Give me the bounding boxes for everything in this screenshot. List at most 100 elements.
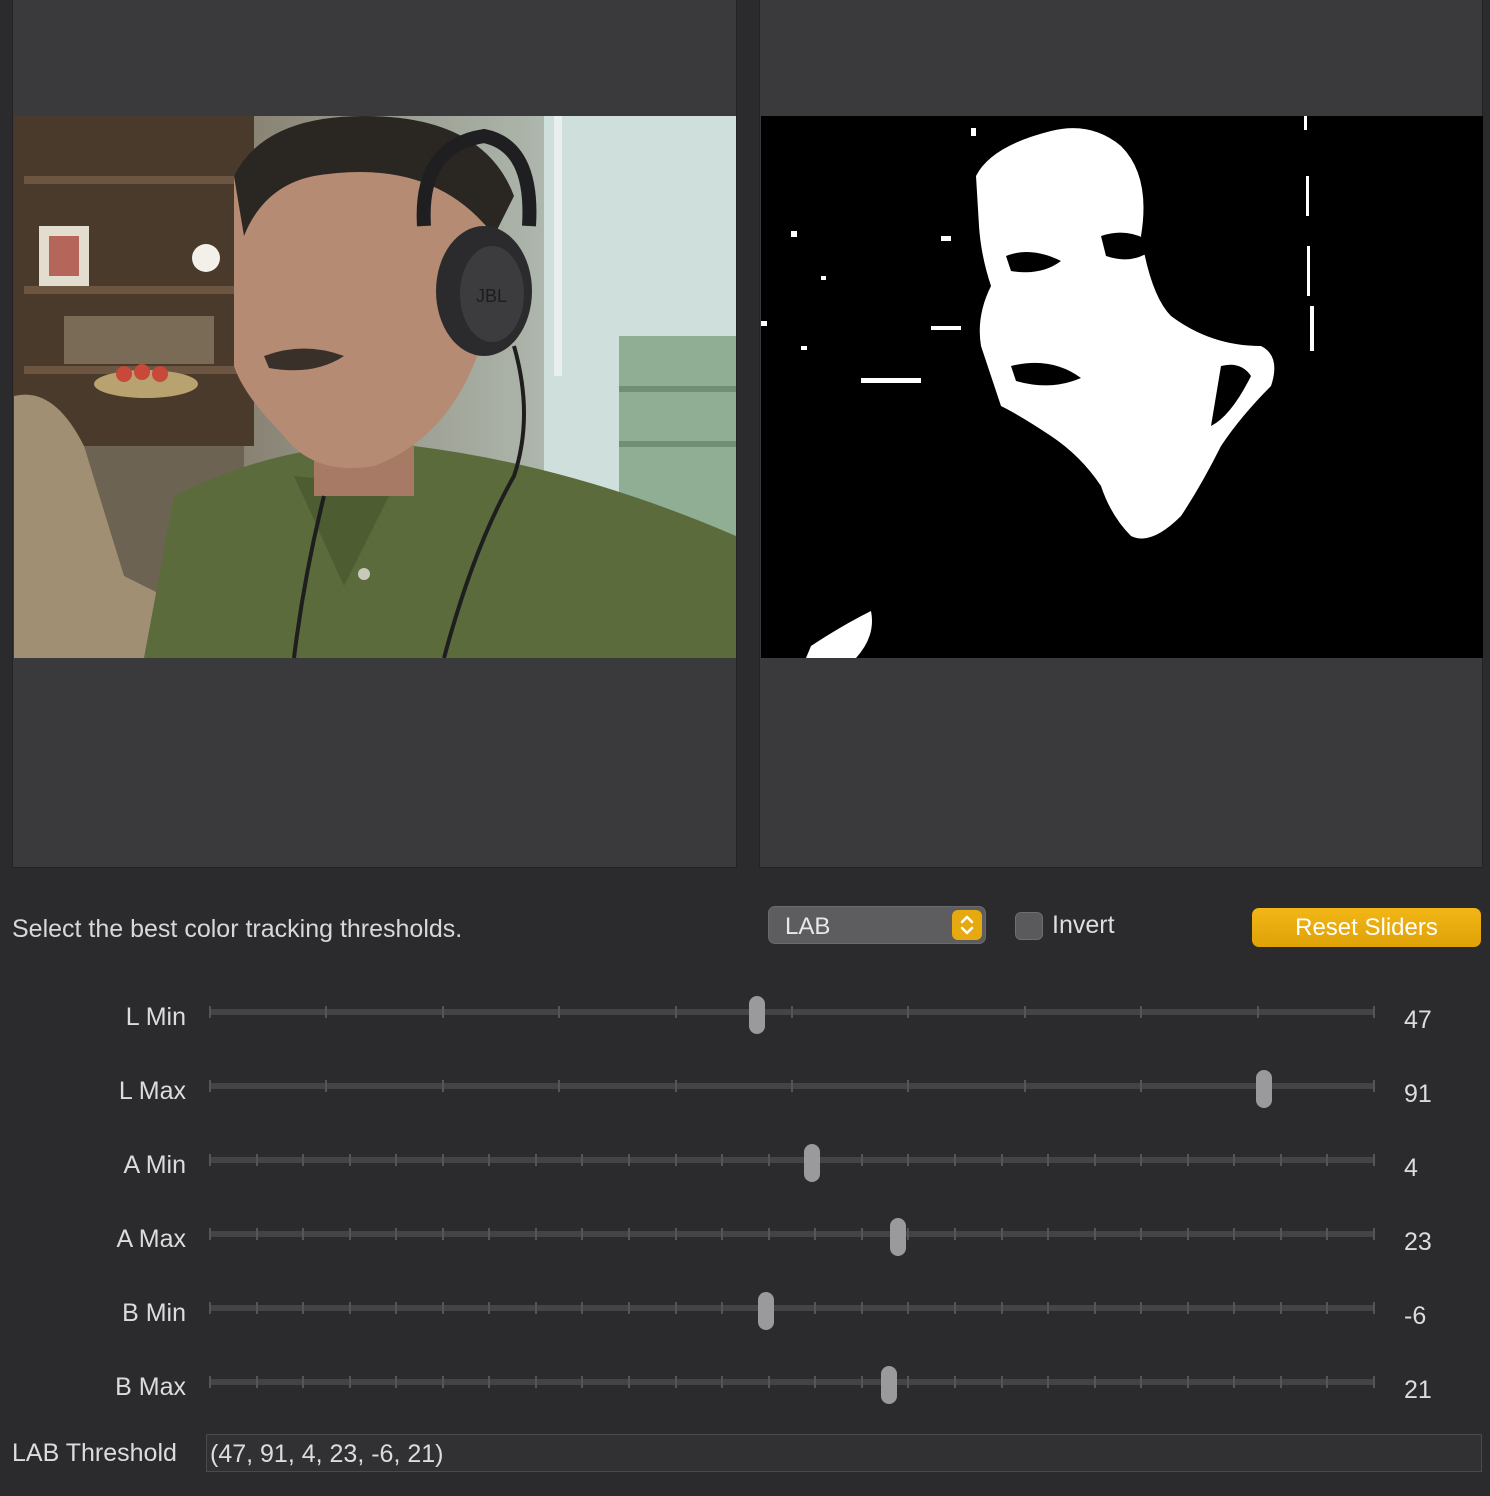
- slider-tick: [1093, 1302, 1096, 1314]
- slider-value: 47: [1404, 1006, 1432, 1034]
- slider-tick: [860, 1376, 863, 1388]
- slider-tick: [1186, 1228, 1189, 1240]
- slider-tick: [953, 1154, 956, 1166]
- slider-label: B Min: [122, 1299, 186, 1327]
- slider-track[interactable]: [209, 1366, 1375, 1404]
- slider-tick: [1233, 1228, 1236, 1240]
- slider-tick: [907, 1302, 910, 1314]
- slider-tick: [1023, 1006, 1026, 1018]
- slider-tick: [1186, 1154, 1189, 1166]
- slider-tick: [907, 1006, 910, 1018]
- invert-checkbox[interactable]: [1015, 912, 1043, 940]
- slider-knob[interactable]: [880, 1366, 897, 1404]
- slider-tick: [907, 1376, 910, 1388]
- slider-tick: [1000, 1228, 1003, 1240]
- slider-tick: [860, 1302, 863, 1314]
- slider-tick: [209, 1376, 211, 1388]
- slider-track[interactable]: [209, 1218, 1375, 1256]
- colorspace-popup[interactable]: LAB: [768, 906, 986, 944]
- threshold-field[interactable]: (47, 91, 4, 23, -6, 21): [206, 1434, 1482, 1472]
- slider-tick: [1326, 1302, 1329, 1314]
- slider-tick: [907, 1228, 910, 1240]
- slider-track[interactable]: [209, 996, 1375, 1034]
- source-preview-panel: JBL: [12, 0, 737, 868]
- slider-tick: [953, 1302, 956, 1314]
- slider-tick: [209, 1302, 211, 1314]
- slider-tick: [325, 1080, 328, 1092]
- reset-sliders-button[interactable]: Reset Sliders: [1252, 908, 1481, 947]
- slider-tick: [721, 1302, 724, 1314]
- slider-tick: [1233, 1154, 1236, 1166]
- slider-tick: [302, 1228, 305, 1240]
- slider-tick: [674, 1006, 677, 1018]
- slider-label: A Min: [123, 1151, 186, 1179]
- slider-tick: [814, 1302, 817, 1314]
- slider-tick: [674, 1080, 677, 1092]
- slider-tick: [302, 1154, 305, 1166]
- slider-tick: [1140, 1376, 1143, 1388]
- slider-knob[interactable]: [1256, 1070, 1273, 1108]
- slider-tick: [1326, 1376, 1329, 1388]
- slider-tick: [1279, 1302, 1282, 1314]
- slider-tick: [628, 1154, 631, 1166]
- slider-track[interactable]: [209, 1144, 1375, 1182]
- slider-tick: [441, 1302, 444, 1314]
- slider-tick: [1000, 1302, 1003, 1314]
- slider-tick: [1023, 1080, 1026, 1092]
- slider-tick: [255, 1376, 258, 1388]
- slider-tick: [814, 1228, 817, 1240]
- slider-tick: [395, 1376, 398, 1388]
- slider-tick: [255, 1228, 258, 1240]
- threshold-label: LAB Threshold: [12, 1439, 177, 1467]
- slider-label: L Max: [118, 1077, 186, 1105]
- slider-label: L Min: [125, 1003, 186, 1031]
- slider-tick: [1326, 1228, 1329, 1240]
- slider-tick: [534, 1376, 537, 1388]
- slider-track[interactable]: [209, 1070, 1375, 1108]
- slider-tick: [1279, 1228, 1282, 1240]
- slider-tick: [628, 1302, 631, 1314]
- slider-tick: [348, 1228, 351, 1240]
- slider-knob[interactable]: [758, 1292, 775, 1330]
- popup-chevron-icon: [952, 910, 982, 940]
- slider-tick: [628, 1228, 631, 1240]
- slider-tick: [1373, 1006, 1375, 1018]
- slider-tick: [814, 1376, 817, 1388]
- slider-tick: [860, 1228, 863, 1240]
- slider-tick: [1047, 1302, 1050, 1314]
- slider-tick: [209, 1080, 211, 1092]
- slider-tick: [1233, 1376, 1236, 1388]
- slider-knob[interactable]: [890, 1218, 907, 1256]
- slider-tick: [534, 1302, 537, 1314]
- slider-tick: [907, 1080, 910, 1092]
- slider-tick: [628, 1376, 631, 1388]
- headphone-logo: JBL: [476, 286, 507, 306]
- slider-tick: [534, 1228, 537, 1240]
- slider-tick: [441, 1228, 444, 1240]
- slider-knob[interactable]: [803, 1144, 820, 1182]
- slider-tick: [791, 1006, 793, 1018]
- slider-tick: [1186, 1302, 1189, 1314]
- slider-tick: [255, 1154, 258, 1166]
- slider-tick: [1047, 1376, 1050, 1388]
- slider-tick: [860, 1154, 863, 1166]
- slider-tick: [488, 1228, 491, 1240]
- slider-tick: [1373, 1080, 1375, 1092]
- slider-tick: [907, 1154, 910, 1166]
- slider-tick: [674, 1302, 677, 1314]
- slider-tick: [488, 1376, 491, 1388]
- slider-tick: [1093, 1376, 1096, 1388]
- slider-tick: [1140, 1228, 1143, 1240]
- slider-tick: [441, 1080, 444, 1092]
- slider-tick: [791, 1080, 793, 1092]
- slider-value: 21: [1404, 1376, 1432, 1404]
- camera-image: JBL: [14, 116, 736, 658]
- slider-knob[interactable]: [749, 996, 766, 1034]
- slider-row-a-max: A Max 23: [0, 1218, 1490, 1285]
- slider-track[interactable]: [209, 1292, 1375, 1330]
- slider-tick: [767, 1154, 770, 1166]
- slider-tick: [1256, 1006, 1259, 1018]
- slider-tick: [721, 1154, 724, 1166]
- slider-tick: [302, 1302, 305, 1314]
- slider-tick: [255, 1302, 258, 1314]
